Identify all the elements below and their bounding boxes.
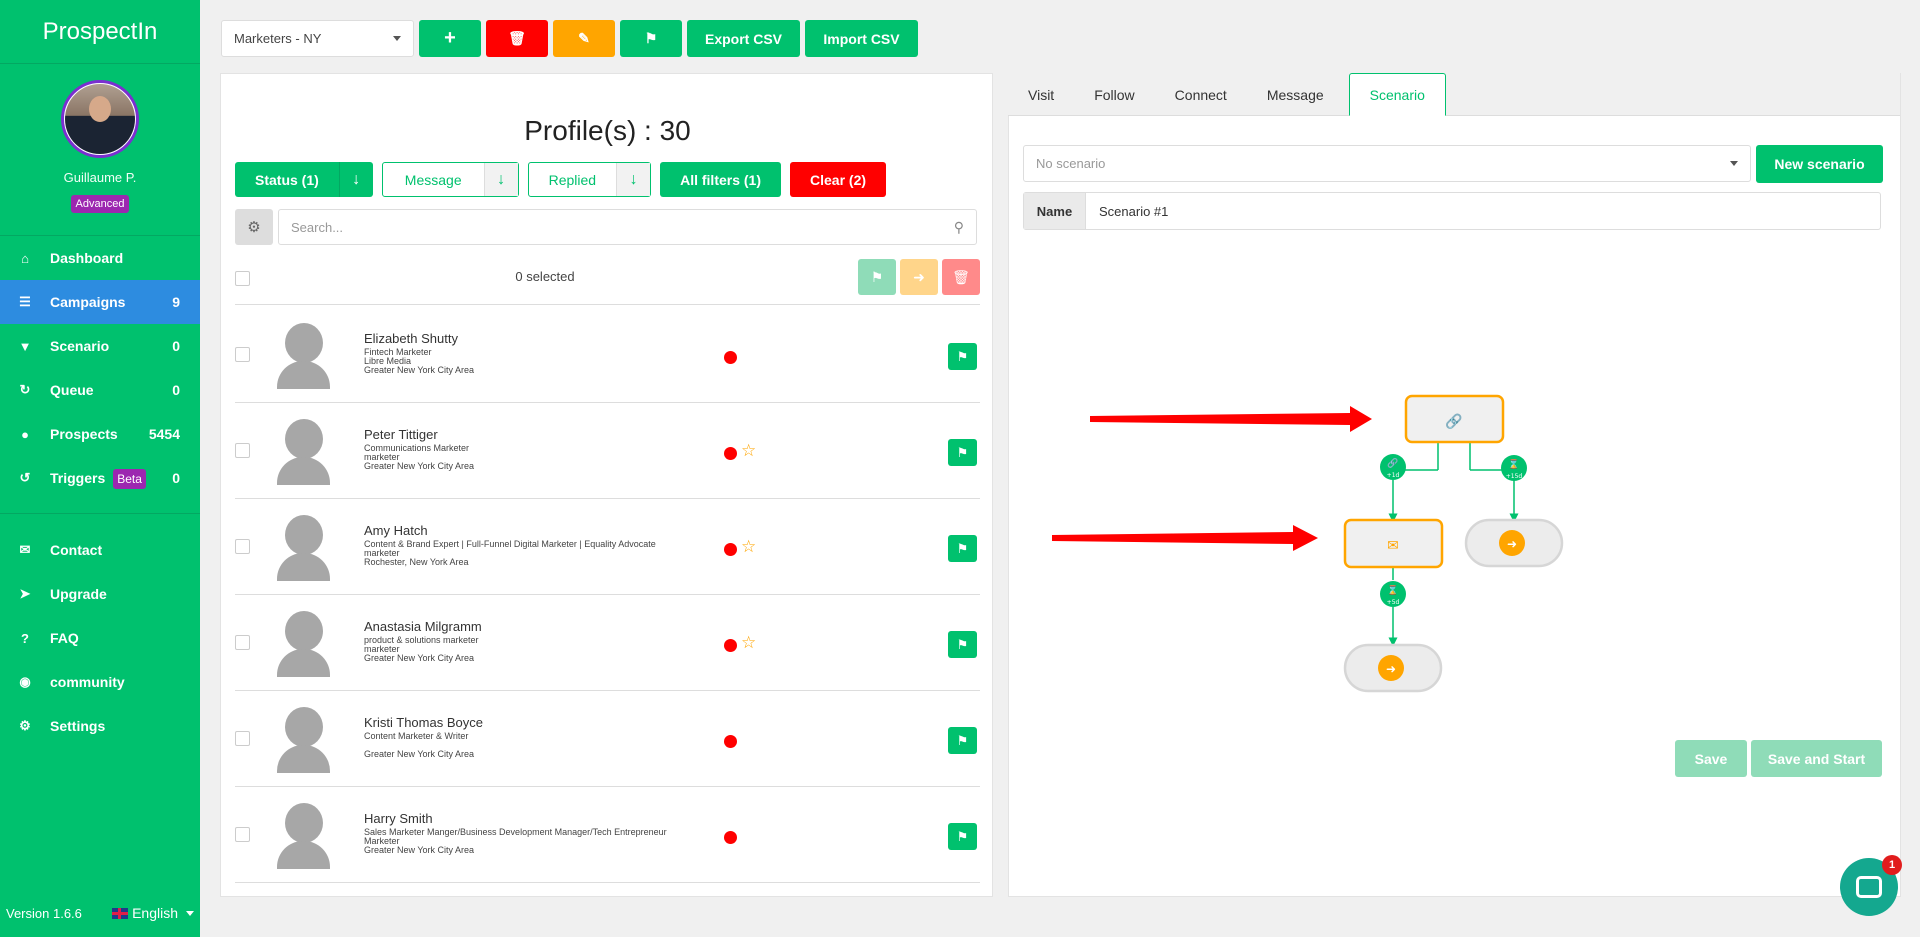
flow-node-visit[interactable]: 🔗 <box>1404 394 1505 444</box>
red-annotation-arrow <box>1052 525 1318 551</box>
red-annotation-arrow <box>1090 406 1372 432</box>
delay-label: +5d <box>1387 599 1400 606</box>
chat-icon <box>1856 876 1882 898</box>
delay-label: +1d <box>1387 472 1400 479</box>
delay-badge: ⌛ +15d <box>1501 455 1527 481</box>
exit-icon: ➜ <box>1507 537 1517 551</box>
exit-icon: ➜ <box>1386 662 1396 676</box>
envelope-icon: ✉ <box>1387 538 1399 554</box>
scenario-flow-diagram: 🔗 🔗 +1d ⌛ +15d ✉ ➜ ⌛ +5d ➜ <box>1052 394 1564 693</box>
hourglass-icon: ⌛ <box>1508 458 1519 470</box>
flow-node-end[interactable]: ➜ <box>1343 643 1443 693</box>
link-icon: 🔗 <box>1445 412 1463 430</box>
flow-node-message[interactable]: ✉ <box>1343 518 1444 569</box>
delay-badge: ⌛ +5d <box>1380 581 1406 607</box>
delay-label: +15d <box>1506 473 1523 480</box>
chat-unread-badge: 1 <box>1882 855 1902 875</box>
save-and-start-button[interactable]: Save and Start <box>1751 740 1882 777</box>
flow-node-end[interactable]: ➜ <box>1464 518 1564 568</box>
link-icon: 🔗 <box>1387 457 1398 469</box>
save-button[interactable]: Save <box>1675 740 1747 777</box>
delay-badge: 🔗 +1d <box>1380 454 1406 480</box>
hourglass-icon: ⌛ <box>1387 584 1398 596</box>
